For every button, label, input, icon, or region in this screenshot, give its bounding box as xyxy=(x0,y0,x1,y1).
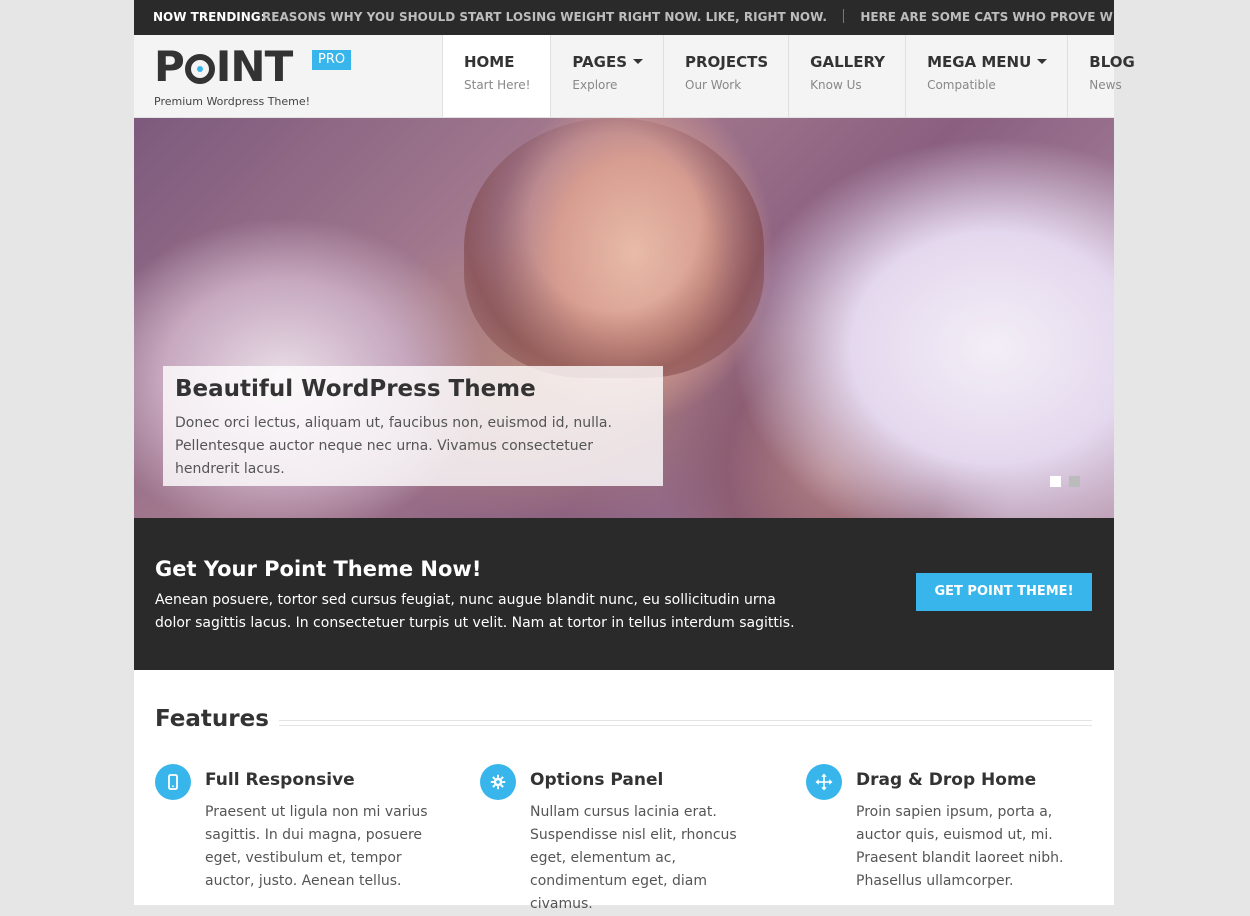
site-header: P INT PRO Premium Wordpress Theme! HOME S… xyxy=(134,35,1135,118)
logo-tagline: Premium Wordpress Theme! xyxy=(154,95,311,108)
slider-caption: Beautiful WordPress Theme Donec orci lec… xyxy=(163,366,663,486)
trending-label: NOW TRENDING: xyxy=(153,10,266,24)
logo-letter-p: P xyxy=(154,42,185,91)
feature-text: Praesent ut ligula non mi varius sagitti… xyxy=(205,804,428,889)
caret-down-icon xyxy=(1037,59,1048,64)
feature-text: Proin sapien ipsum, porta a, auctor quis… xyxy=(856,804,1064,889)
feature-text: Nullam cursus lacinia erat. Suspendisse … xyxy=(530,804,737,912)
nav-subtitle: Compatible xyxy=(927,78,996,92)
nav-subtitle: Our Work xyxy=(685,78,742,92)
nav-subtitle: Know Us xyxy=(810,78,862,92)
slider-dot[interactable] xyxy=(1050,476,1061,487)
nav-subtitle: News xyxy=(1089,78,1122,92)
nav-item-blog[interactable]: BLOG News xyxy=(1067,35,1155,117)
trending-ticker: REASONS WHY YOU SHOULD START LOSING WEIG… xyxy=(262,0,1114,35)
slider-pagination xyxy=(1050,476,1080,487)
site-logo[interactable]: P INT PRO Premium Wordpress Theme! xyxy=(154,42,352,108)
hero-slider[interactable]: Beautiful WordPress Theme Donec orci lec… xyxy=(134,118,1114,518)
nav-title: MEGA MENU xyxy=(927,53,1032,71)
page-wrapper: NOW TRENDING: REASONS WHY YOU SHOULD STA… xyxy=(134,0,1135,912)
feature-title: Drag & Drop Home xyxy=(856,770,1037,790)
nav-title: HOME xyxy=(464,53,515,71)
ticker-separator xyxy=(843,9,845,23)
nav-title-wrap: PAGES xyxy=(572,53,643,71)
slider-title: Beautiful WordPress Theme xyxy=(175,376,536,402)
logo-wordmark: P INT xyxy=(154,42,293,91)
nav-item-projects[interactable]: PROJECTS Our Work xyxy=(663,35,788,117)
nav-item-pages[interactable]: PAGES Explore xyxy=(550,35,663,117)
pro-badge: PRO xyxy=(312,50,352,70)
gear-icon xyxy=(480,764,516,800)
nav-title: GALLERY xyxy=(810,53,886,71)
nav-title: PROJECTS xyxy=(685,53,769,71)
nav-subtitle: Explore xyxy=(572,78,618,92)
nav-subtitle: Start Here! xyxy=(464,78,531,92)
caret-down-icon xyxy=(633,59,643,64)
call-to-action: Get Your Point Theme Now! Aenean posuere… xyxy=(134,518,1114,670)
trending-link[interactable]: REASONS WHY YOU SHOULD START LOSING WEIG… xyxy=(262,0,827,35)
nav-item-mega-menu[interactable]: MEGA MENU Compatible xyxy=(905,35,1067,117)
nav-title: PAGES xyxy=(572,53,627,71)
nav-item-home[interactable]: HOME Start Here! xyxy=(442,35,551,117)
nav-title-wrap: MEGA MENU xyxy=(927,53,1048,71)
logo-letters-int: INT xyxy=(215,42,293,91)
trending-link[interactable]: HERE ARE SOME CATS WHO PROVE WHY THEY AR… xyxy=(860,0,1114,35)
slider-dot[interactable] xyxy=(1069,476,1080,487)
feature-title: Full Responsive xyxy=(205,770,355,790)
slider-text: Donec orci lectus, aliquam ut, faucibus … xyxy=(175,415,612,477)
nav-item-gallery[interactable]: GALLERY Know Us xyxy=(788,35,905,117)
features-divider xyxy=(265,720,1092,726)
cta-text: Aenean posuere, tortor sed cursus feugia… xyxy=(155,592,795,631)
nav-title: BLOG xyxy=(1089,53,1135,71)
mobile-icon xyxy=(155,764,191,800)
logo-o-icon xyxy=(184,54,215,84)
features-heading: Features xyxy=(155,706,279,732)
feature-title: Options Panel xyxy=(530,770,664,790)
main-nav: HOME Start Here! PAGES Explore PROJECTS … xyxy=(442,35,1155,117)
get-theme-button[interactable]: GET POINT THEME! xyxy=(916,573,1092,611)
trending-bar: NOW TRENDING: REASONS WHY YOU SHOULD STA… xyxy=(134,0,1114,35)
move-arrows-icon xyxy=(806,764,842,800)
cta-title: Get Your Point Theme Now! xyxy=(155,557,482,581)
hero-photo xyxy=(464,118,764,378)
